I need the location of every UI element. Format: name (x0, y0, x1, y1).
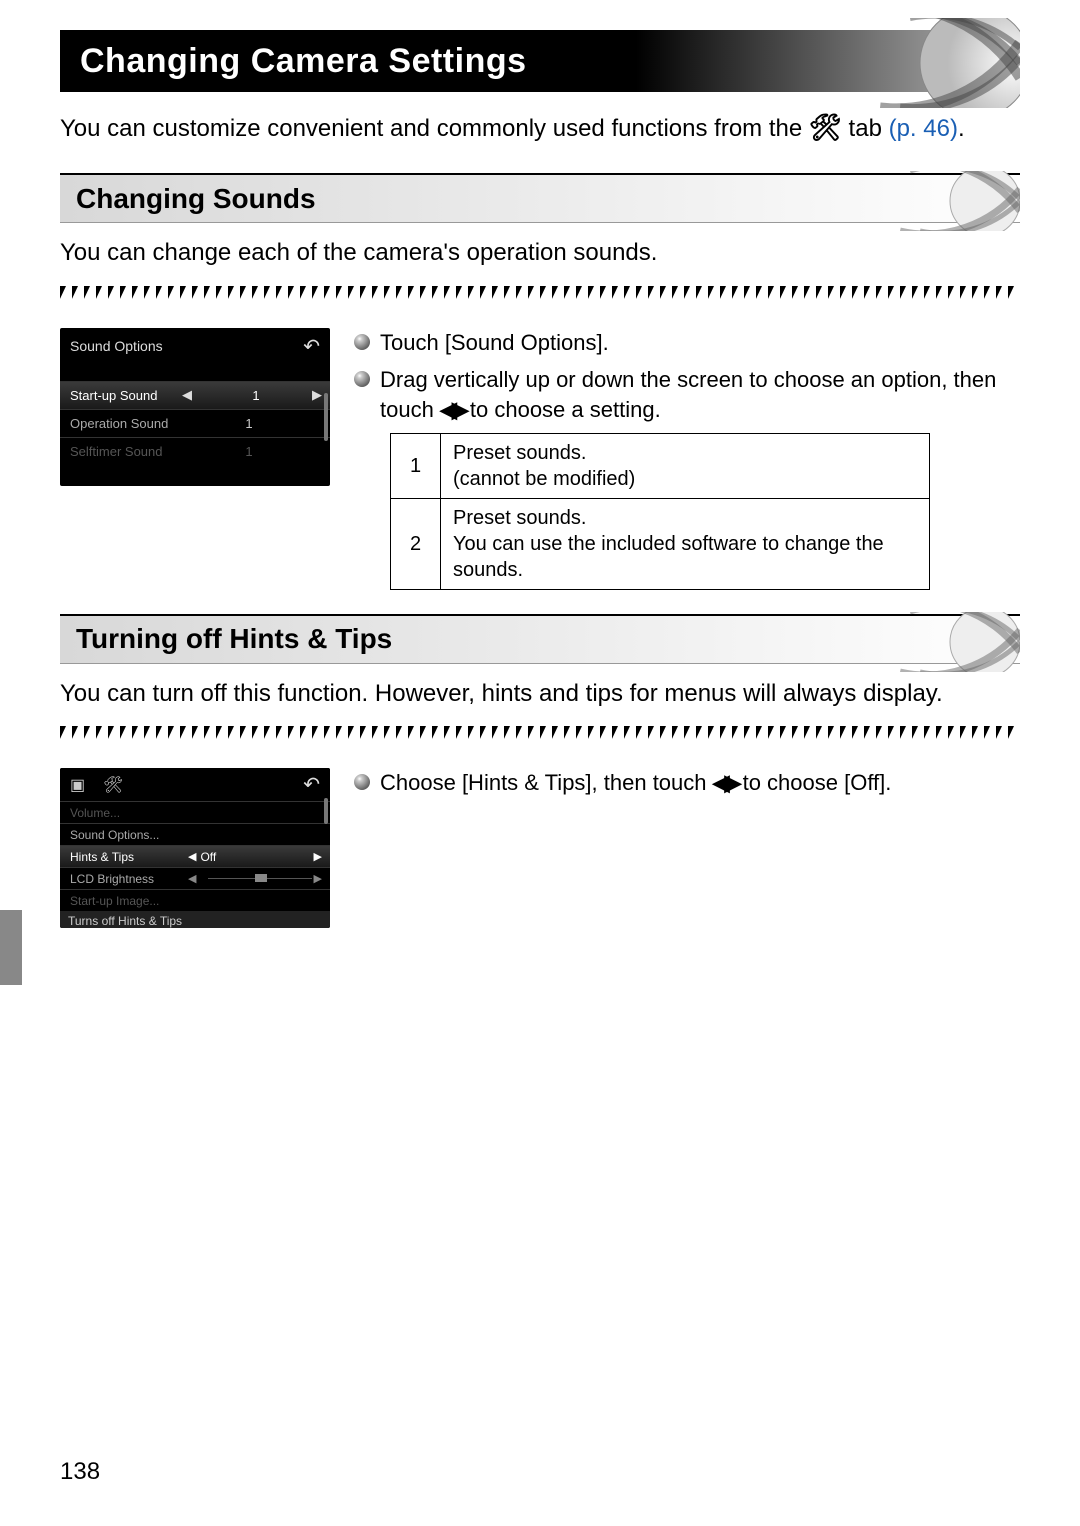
main-heading: Changing Camera Settings (80, 42, 527, 81)
left-right-arrows-icon: ◀▶ (713, 770, 737, 795)
page-ref-link[interactable]: (p. 46) (889, 115, 958, 142)
bullet-text: to choose [Off]. (736, 770, 891, 795)
intro-text-end: . (958, 115, 965, 142)
option-number: 2 (391, 498, 441, 589)
tools-icon: 🛠 (809, 112, 842, 142)
section-heading-hints: Turning off Hints & Tips (76, 623, 392, 655)
ss-row-label: LCD Brightness (70, 872, 188, 886)
ss-row-label: Hints & Tips (70, 850, 188, 864)
table-row: 2 Preset sounds. You can use the include… (391, 498, 930, 589)
table-row: 1 Preset sounds. (cannot be modified) (391, 433, 930, 498)
sounds-description: You can change each of the camera's oper… (60, 237, 1020, 269)
intro-text-2: tab (842, 115, 889, 142)
bullet-text: Choose [Hints & Tips], then touch (380, 770, 713, 795)
hints-tips-screenshot: ▣ 🛠 ↶ Volume... Sound Options... Hints &… (60, 768, 330, 928)
bullet-text: Touch [Sound Options]. (380, 330, 609, 355)
hints-instructions: Choose [Hints & Tips], then touch ◀▶ to … (352, 768, 1020, 806)
back-icon: ↶ (303, 772, 320, 797)
sound-options-table: 1 Preset sounds. (cannot be modified) 2 … (390, 433, 930, 590)
sounds-row: Sound Options ↶ Start-up Sound ◀ 1 ▶ Ope… (60, 328, 1020, 590)
arrow-right-icon: ▶ (314, 850, 322, 863)
ss-row-hints-tips: Hints & Tips ◀ Off ▶ (60, 845, 330, 867)
ss-row-label: Sound Options... (70, 828, 188, 842)
arrow-right-icon: ▶ (314, 872, 322, 885)
section-heading-bar: Changing Sounds (60, 173, 1020, 223)
left-right-arrows-icon: ◀▶ (440, 397, 464, 422)
ss-row-lcd-brightness: LCD Brightness ◀ ▶ (60, 867, 330, 889)
brightness-slider (208, 878, 312, 879)
bullet-item: Touch [Sound Options]. (352, 328, 1020, 358)
ss-row-value: 1 (182, 416, 316, 431)
decor-swirl-icon (740, 18, 1020, 108)
intro-text-1: You can customize convenient and commonl… (60, 115, 809, 142)
ss-row-label: Start-up Sound (70, 388, 182, 403)
ss-row-label: Operation Sound (70, 416, 182, 431)
hints-description: You can turn off this function. However,… (60, 678, 1020, 710)
bullet-text: to choose a setting. (464, 397, 661, 422)
bullet-item: Drag vertically up or down the screen to… (352, 365, 1020, 424)
arrow-left-icon: ◀ (188, 872, 196, 885)
ss-scrollbar (324, 393, 328, 441)
ss-footer-hint: Turns off Hints & Tips (60, 911, 330, 928)
page-number: 138 (60, 1458, 100, 1486)
intro-paragraph: You can customize convenient and commonl… (60, 110, 1020, 145)
ss-row-value: 1 (196, 388, 316, 403)
back-icon: ↶ (303, 334, 320, 359)
ss-row-value: Off (200, 850, 216, 864)
option-number: 1 (391, 433, 441, 498)
sound-options-screenshot: Sound Options ↶ Start-up Sound ◀ 1 ▶ Ope… (60, 328, 330, 486)
ss-row-volume: Volume... (60, 801, 330, 823)
ss-row-operation-sound: Operation Sound 1 (60, 409, 330, 437)
section-heading-bar: Turning off Hints & Tips (60, 614, 1020, 664)
decor-swirl-icon (800, 612, 1020, 672)
hints-row: ▣ 🛠 ↶ Volume... Sound Options... Hints &… (60, 768, 1020, 928)
ss-title: Sound Options (70, 338, 163, 354)
hash-divider (60, 726, 1020, 748)
ss-row-value: 1 (182, 444, 316, 459)
option-desc: Preset sounds. You can use the included … (441, 498, 930, 589)
sounds-instructions: Touch [Sound Options]. Drag vertically u… (352, 328, 1020, 590)
tools-tab-icon: 🛠 (103, 777, 123, 794)
section-heading-sounds: Changing Sounds (76, 183, 316, 215)
bullet-item: Choose [Hints & Tips], then touch ◀▶ to … (352, 768, 1020, 798)
decor-swirl-icon (800, 171, 1020, 231)
hash-divider (60, 286, 1020, 308)
main-heading-bar: Changing Camera Settings (60, 30, 1020, 92)
ss-row-label: Start-up Image... (70, 894, 188, 908)
page-tab-marker (0, 910, 22, 985)
arrow-left-icon: ◀ (188, 850, 196, 863)
ss-scrollbar (324, 798, 328, 824)
ss-row-sound-options: Sound Options... (60, 823, 330, 845)
ss-row-label: Selftimer Sound (70, 444, 182, 459)
ss-row-startup-sound: Start-up Sound ◀ 1 ▶ (60, 381, 330, 409)
arrow-left-icon: ◀ (182, 387, 192, 403)
ss-row-selftimer-sound: Selftimer Sound 1 (60, 437, 330, 465)
arrow-right-icon: ▶ (312, 387, 322, 403)
option-desc: Preset sounds. (cannot be modified) (441, 433, 930, 498)
ss-row-label: Volume... (70, 806, 188, 820)
camera-tab-icon: ▣ (70, 777, 85, 794)
ss-row-startup-image: Start-up Image... (60, 889, 330, 911)
